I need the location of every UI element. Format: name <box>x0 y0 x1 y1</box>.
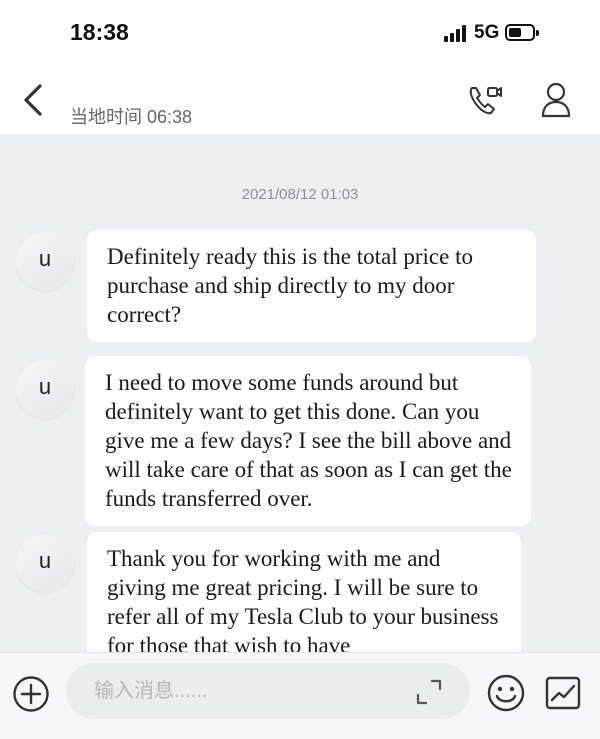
status-time: 18:38 <box>70 19 129 45</box>
chat-header: 当地时间 06:38 <box>0 70 600 134</box>
avatar[interactable]: u <box>16 534 74 592</box>
input-bar <box>0 652 600 739</box>
plus-circle-icon <box>13 676 49 712</box>
avatar[interactable]: u <box>16 232 74 290</box>
avatar[interactable]: u <box>16 360 74 418</box>
add-button[interactable] <box>12 675 50 713</box>
back-button[interactable] <box>18 80 52 120</box>
expand-icon <box>416 679 442 705</box>
chat-area[interactable]: 2021/08/12 01:03 u Definitely ready this… <box>0 134 600 652</box>
video-call-icon <box>469 87 502 115</box>
expand-button[interactable] <box>414 677 444 707</box>
battery-icon <box>505 24 539 41</box>
message-bubble[interactable]: Definitely ready this is the total price… <box>87 230 536 342</box>
date-stamp: 2021/08/12 01:03 <box>241 186 359 203</box>
smiley-icon <box>487 674 525 712</box>
local-time-label: 当地时间 06:38 <box>70 107 193 127</box>
chart-icon <box>545 676 581 710</box>
message-bubble[interactable]: I need to move some funds around but def… <box>85 356 531 526</box>
message-input[interactable] <box>66 663 470 719</box>
person-icon <box>541 82 571 118</box>
network-type: 5G <box>474 22 500 43</box>
chart-button[interactable] <box>544 675 582 711</box>
emoji-button[interactable] <box>486 673 526 713</box>
video-call-button[interactable] <box>466 82 506 118</box>
signal-icon <box>444 25 468 42</box>
status-bar: 18:38 5G <box>0 0 600 70</box>
profile-button[interactable] <box>536 80 576 120</box>
message-bubble[interactable]: Thank you for working with me and giving… <box>87 532 521 652</box>
chevron-left-icon <box>24 84 42 116</box>
